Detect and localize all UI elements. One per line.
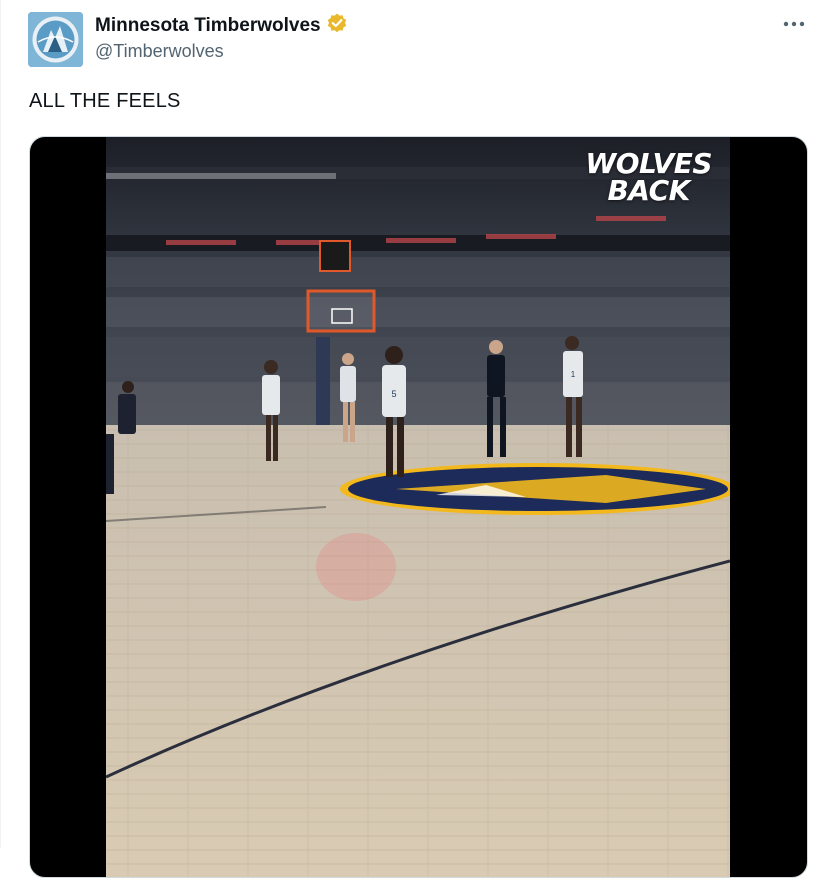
more-horizontal-icon bbox=[783, 21, 805, 27]
media-container: 5 1 WOLVES BACK bbox=[29, 136, 808, 878]
overlay-line-2: BACK bbox=[607, 173, 690, 207]
author-handle[interactable]: @Timberwolves bbox=[95, 41, 224, 62]
author-avatar[interactable] bbox=[28, 12, 83, 67]
tweet-text: ALL THE FEELS bbox=[29, 90, 181, 112]
timberwolves-logo-icon bbox=[28, 12, 83, 67]
more-options-button[interactable] bbox=[780, 12, 808, 36]
video-player[interactable]: 5 1 WOLVES BACK bbox=[106, 137, 730, 877]
video-overlay-text: WOLVES BACK bbox=[585, 150, 712, 207]
verified-badge-icon bbox=[326, 12, 348, 39]
video-frame: 5 1 bbox=[106, 137, 730, 877]
author-name-row: Minnesota Timberwolves bbox=[95, 12, 348, 39]
jersey-number: 1 bbox=[571, 370, 576, 379]
timeline-divider bbox=[0, 0, 1, 848]
author-display-name[interactable]: Minnesota Timberwolves bbox=[95, 15, 321, 37]
jersey-number: 5 bbox=[391, 389, 396, 399]
